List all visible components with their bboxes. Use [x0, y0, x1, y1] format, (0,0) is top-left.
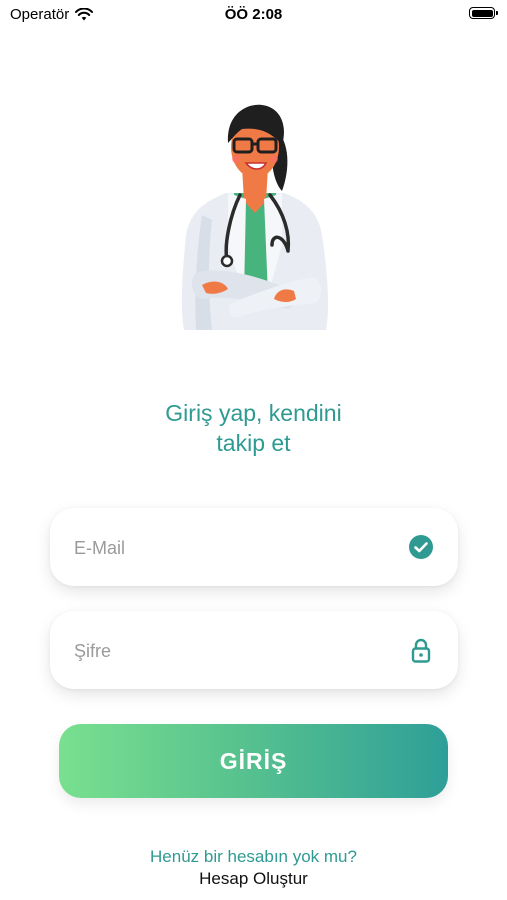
- email-field[interactable]: [72, 508, 396, 588]
- password-field-container: [50, 611, 458, 691]
- headline-line-2: takip et: [216, 430, 291, 456]
- login-button[interactable]: GİRİŞ: [59, 724, 448, 798]
- status-bar: Operatör ÖÖ 2:08: [0, 0, 507, 30]
- status-time: ÖÖ 2:08: [224, 6, 283, 23]
- headline-line-1: Giriş yap, kendini: [165, 400, 342, 426]
- signup-question: Henüz bir hesabın yok mu?: [150, 847, 357, 866]
- lock-icon[interactable]: [408, 637, 434, 663]
- doctor-illustration: [181, 104, 329, 330]
- create-account-link[interactable]: Hesap Oluştur: [0, 869, 507, 889]
- email-field-container: [50, 508, 458, 588]
- password-field[interactable]: [72, 611, 396, 691]
- page-headline: Giriş yap, kendini takip et: [0, 398, 507, 458]
- battery-icon: [469, 7, 498, 19]
- check-circle-icon: [409, 535, 433, 559]
